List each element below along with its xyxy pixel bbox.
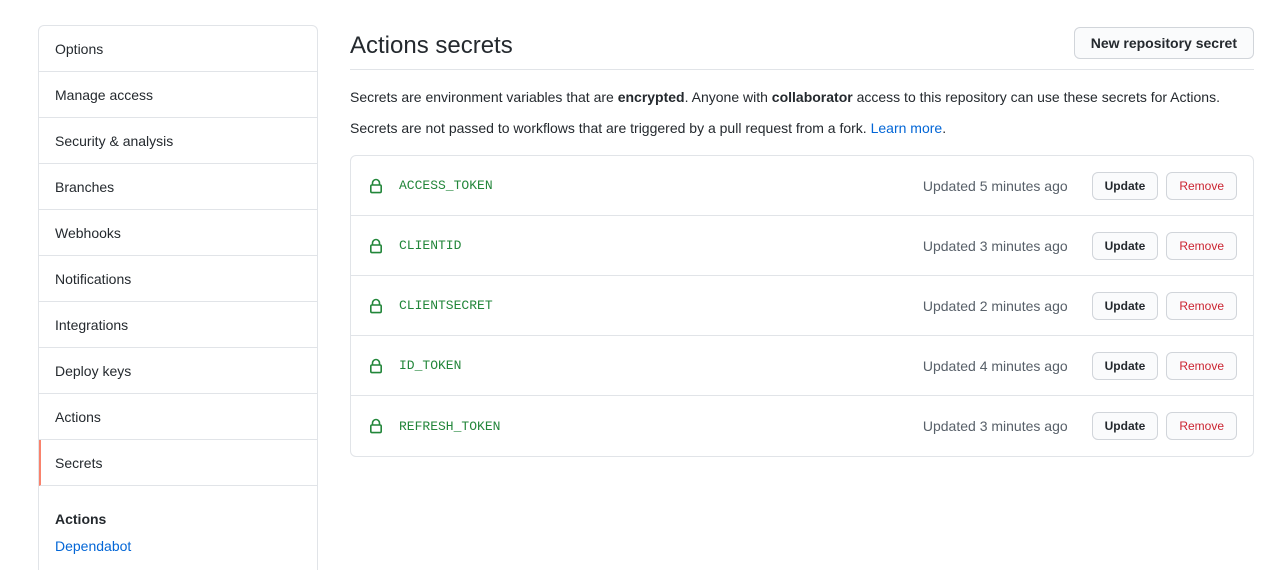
secret-row: ID_TOKEN Updated 4 minutes ago Update Re… (351, 336, 1253, 396)
lock-icon (369, 178, 383, 194)
sidebar-item-manage-access[interactable]: Manage access (39, 72, 317, 118)
sidebar-secrets-section: Actions Dependabot (39, 510, 317, 555)
lock-icon (369, 238, 383, 254)
sidebar-item-notifications[interactable]: Notifications (39, 256, 317, 302)
sidebar-item-deploy-keys[interactable]: Deploy keys (39, 348, 317, 394)
new-repository-secret-button[interactable]: New repository secret (1073, 27, 1254, 59)
sidebar-item-security-analysis[interactable]: Security & analysis (39, 118, 317, 164)
sidebar-item-actions[interactable]: Actions (39, 394, 317, 440)
learn-more-link[interactable]: Learn more (871, 120, 943, 136)
update-secret-button[interactable]: Update (1091, 171, 1159, 200)
update-secret-button[interactable]: Update (1091, 351, 1159, 380)
sidebar-item-integrations[interactable]: Integrations (39, 302, 317, 348)
page-header: Actions secrets New repository secret (350, 25, 1254, 70)
secret-row: CLIENTID Updated 3 minutes ago Update Re… (351, 216, 1253, 276)
secret-name: ID_TOKEN (399, 358, 462, 373)
secret-name: CLIENTSECRET (399, 298, 493, 313)
sidebar-item-webhooks[interactable]: Webhooks (39, 210, 317, 256)
sidebar-item-secrets[interactable]: Secrets (39, 440, 317, 486)
sidebar-item-branches[interactable]: Branches (39, 164, 317, 210)
fork-notice: Secrets are not passed to workflows that… (350, 118, 1254, 138)
secret-name: ACCESS_TOKEN (399, 178, 493, 193)
secrets-list: ACCESS_TOKEN Updated 5 minutes ago Updat… (350, 155, 1254, 457)
update-secret-button[interactable]: Update (1091, 231, 1159, 260)
secret-updated-time: Updated 5 minutes ago (922, 177, 1068, 194)
secret-name: CLIENTID (399, 238, 462, 253)
fork-notice-period: . (942, 120, 947, 136)
secret-updated-time: Updated 2 minutes ago (922, 297, 1068, 314)
sidebar-section-heading: Actions (55, 511, 107, 527)
lock-icon (369, 418, 383, 434)
lock-icon (369, 298, 383, 314)
remove-secret-button[interactable]: Remove (1166, 171, 1237, 200)
remove-secret-button[interactable]: Remove (1166, 291, 1237, 320)
secret-row: ACCESS_TOKEN Updated 5 minutes ago Updat… (351, 156, 1253, 216)
sidebar-link-dependabot[interactable]: Dependabot (55, 537, 301, 555)
desc-bold-encrypted: encrypted (617, 89, 685, 105)
secret-updated-time: Updated 3 minutes ago (922, 418, 1068, 434)
settings-sidebar: Options Manage access Security & analysi… (38, 25, 318, 570)
secret-updated-time: Updated 3 minutes ago (922, 237, 1068, 254)
remove-secret-button[interactable]: Remove (1166, 412, 1237, 440)
remove-secret-button[interactable]: Remove (1166, 231, 1237, 260)
desc-bold-collaborator: collaborator (771, 89, 853, 105)
secrets-description: Secrets are environment variables that a… (350, 87, 1254, 107)
desc-text: Secrets are environment variables that a… (350, 89, 618, 105)
secret-name: REFRESH_TOKEN (399, 418, 501, 434)
lock-icon (369, 358, 383, 374)
update-secret-button[interactable]: Update (1091, 412, 1159, 440)
main-content: Actions secrets New repository secret Se… (350, 25, 1254, 457)
update-secret-button[interactable]: Update (1091, 291, 1159, 320)
desc-text: access to this repository can use these … (852, 89, 1220, 105)
secret-updated-time: Updated 4 minutes ago (922, 357, 1068, 374)
sidebar-item-options[interactable]: Options (39, 26, 317, 72)
remove-secret-button[interactable]: Remove (1166, 351, 1237, 380)
secret-row: CLIENTSECRET Updated 2 minutes ago Updat… (351, 276, 1253, 336)
secret-row: REFRESH_TOKEN Updated 3 minutes ago Upda… (351, 396, 1253, 456)
page-title: Actions secrets (350, 32, 513, 59)
desc-text: . Anyone with (684, 89, 772, 105)
fork-notice-text: Secrets are not passed to workflows that… (350, 120, 871, 136)
